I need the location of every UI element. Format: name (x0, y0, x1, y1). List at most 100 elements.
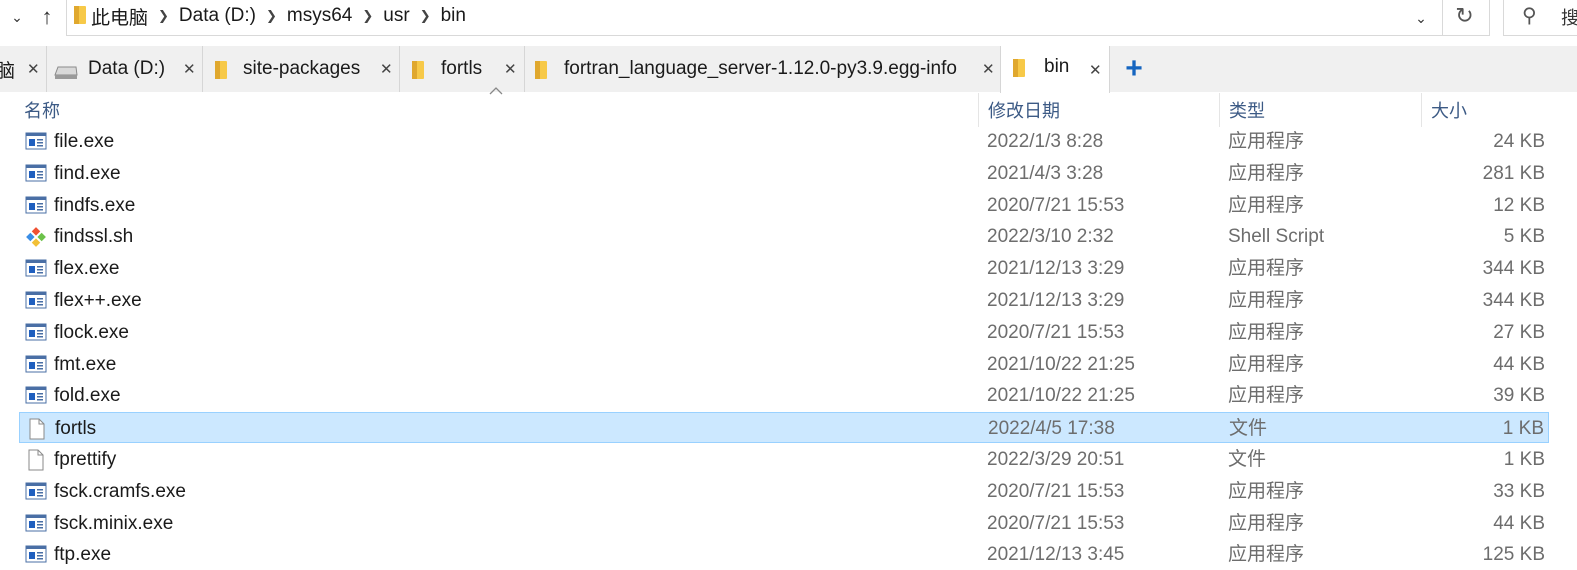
file-date: 2020/7/21 15:53 (987, 321, 1125, 343)
exe-icon (25, 131, 47, 157)
breadcrumb-item-usr[interactable]: usr (383, 5, 409, 27)
file-name: fold.exe (54, 385, 121, 407)
tab-label: Data (D:) (88, 58, 166, 79)
file-icon (26, 418, 48, 446)
file-row[interactable]: flock.exe 2020/7/21 15:53 应用程序 27 KB (19, 317, 1549, 348)
file-row[interactable]: fsck.minix.exe 2020/7/21 15:53 应用程序 44 KB (19, 508, 1549, 539)
exe-icon (25, 290, 47, 316)
tab-fortls[interactable]: fortls ✕ (400, 46, 525, 92)
breadcrumb-item-data-d[interactable]: Data (D:) (179, 5, 256, 27)
file-type: 应用程序 (1228, 321, 1305, 343)
exe-icon (25, 258, 47, 284)
file-type: 应用程序 (1228, 290, 1305, 311)
tab-label: 脑 (0, 60, 16, 82)
sort-ascending-icon (489, 87, 503, 95)
file-size: 344 KB (1482, 258, 1545, 280)
column-divider[interactable] (1219, 93, 1220, 127)
file-date: 2021/4/3 3:28 (987, 162, 1104, 184)
exe-icon (25, 481, 47, 507)
column-header-name[interactable]: 名称 (24, 93, 60, 127)
file-row[interactable]: fortls 2022/4/5 17:38 文件 1 KB (19, 412, 1549, 446)
close-icon[interactable]: ✕ (982, 60, 995, 78)
file-size: 344 KB (1482, 290, 1545, 311)
file-row[interactable]: fsck.cramfs.exe 2020/7/21 15:53 应用程序 33 KB (19, 476, 1549, 507)
file-name: file.exe (54, 131, 115, 152)
file-name: fmt.exe (54, 353, 117, 375)
folder-icon (411, 60, 425, 86)
folder-icon (214, 60, 228, 86)
chevron-right-icon[interactable]: ❯ (158, 8, 169, 24)
exe-icon (25, 163, 47, 189)
tab-bin[interactable]: bin ✕ (1000, 46, 1110, 93)
file-size: 33 KB (1493, 480, 1545, 502)
file-size: 27 KB (1493, 321, 1545, 343)
file-size: 44 KB (1493, 512, 1545, 534)
add-tab-plus-icon[interactable]: + (1121, 54, 1147, 84)
address-dropdown-chevron-icon[interactable]: ⌄ (1408, 6, 1434, 30)
close-icon[interactable]: ✕ (27, 60, 40, 78)
file-type: 应用程序 (1228, 353, 1305, 375)
chevron-right-icon[interactable]: ❯ (362, 8, 373, 24)
up-arrow-icon[interactable]: ↑ (34, 3, 60, 31)
tab-site-packages[interactable]: site-packages ✕ (203, 46, 400, 92)
file-row[interactable]: fprettify 2022/3/29 20:51 文件 1 KB (19, 444, 1549, 475)
column-header-row: 名称 修改日期 类型 大小 (0, 93, 1577, 127)
chevron-right-icon[interactable]: ❯ (420, 8, 431, 24)
file-size: 44 KB (1493, 353, 1545, 375)
tab-egg-info[interactable]: fortran_language_server-1.12.0-py3.9.egg… (525, 46, 1001, 92)
file-icon (25, 449, 47, 477)
file-row[interactable]: fold.exe 2021/10/22 21:25 应用程序 39 KB (19, 380, 1549, 411)
file-date: 2021/12/13 3:29 (987, 258, 1125, 280)
breadcrumb-item-msys64[interactable]: msys64 (287, 5, 352, 27)
file-type: 应用程序 (1228, 162, 1305, 184)
file-row[interactable]: find.exe 2021/4/3 3:28 应用程序 281 KB (19, 158, 1549, 189)
folder-icon (1012, 58, 1026, 84)
exe-icon (25, 385, 47, 411)
column-divider[interactable] (1421, 93, 1422, 127)
file-row[interactable]: findssl.sh 2022/3/10 2:32 Shell Script 5 KB (19, 221, 1549, 252)
file-type: 文件 (1228, 449, 1267, 470)
close-icon[interactable]: ✕ (183, 60, 196, 78)
file-row[interactable]: fmt.exe 2021/10/22 21:25 应用程序 44 KB (19, 349, 1549, 380)
file-row[interactable]: flex.exe 2021/12/13 3:29 应用程序 344 KB (19, 253, 1549, 284)
tab-data-d[interactable]: Data (D:) ✕ (47, 46, 203, 92)
tab-label: site-packages (243, 58, 361, 79)
file-row[interactable]: file.exe 2022/1/3 8:28 应用程序 24 KB (19, 126, 1549, 157)
close-icon[interactable]: ✕ (1089, 61, 1102, 79)
breadcrumb-item-bin[interactable]: bin (441, 5, 466, 27)
tab-this-pc[interactable]: 脑 ✕ (0, 46, 47, 92)
file-row[interactable]: flex++.exe 2021/12/13 3:29 应用程序 344 KB (19, 285, 1549, 316)
search-icon: ⚲ (1522, 5, 1537, 27)
file-type: 应用程序 (1228, 258, 1305, 280)
file-type: 文件 (1229, 418, 1268, 440)
column-divider[interactable] (978, 93, 979, 127)
address-bar[interactable]: 此电脑 ❯ Data (D:) ❯ msys64 ❯ usr ❯ bin ⌄ ↻ (66, 0, 1490, 36)
column-header-size[interactable]: 大小 (1431, 93, 1467, 127)
shell-script-icon (25, 226, 47, 254)
refresh-icon[interactable]: ↻ (1442, 0, 1486, 35)
column-header-date[interactable]: 修改日期 (988, 93, 1060, 127)
file-size: 1 KB (1503, 449, 1545, 470)
close-icon[interactable]: ✕ (380, 60, 393, 78)
search-placeholder: 搜 (1561, 8, 1577, 28)
close-icon[interactable]: ✕ (504, 60, 517, 78)
file-date: 2022/1/3 8:28 (987, 131, 1104, 152)
tab-label: bin (1044, 56, 1070, 77)
breadcrumb-item-this-pc[interactable]: 此电脑 (91, 3, 148, 30)
file-row[interactable]: findfs.exe 2020/7/21 15:53 应用程序 12 KB (19, 190, 1549, 221)
drive-icon (54, 64, 78, 86)
file-date: 2022/3/29 20:51 (987, 449, 1125, 470)
file-type: 应用程序 (1228, 385, 1305, 407)
recent-locations-chevron-icon[interactable]: ⌄ (6, 6, 28, 28)
chevron-right-icon[interactable]: ❯ (266, 8, 277, 24)
file-size: 12 KB (1493, 194, 1545, 216)
folder-icon (73, 5, 87, 31)
column-header-type[interactable]: 类型 (1229, 93, 1265, 127)
file-date: 2022/3/10 2:32 (987, 226, 1114, 248)
file-type: 应用程序 (1228, 512, 1305, 534)
tab-label: fortran_language_server-1.12.0-py3.9.egg… (564, 58, 957, 79)
file-date: 2021/12/13 3:45 (987, 544, 1125, 566)
tab-bar: 脑 ✕ Data (D:) ✕ site-packages ✕ fortls ✕… (0, 46, 1577, 93)
file-row[interactable]: ftp.exe 2021/12/13 3:45 应用程序 125 KB (19, 539, 1549, 570)
scrollbar-area[interactable] (1553, 92, 1577, 562)
